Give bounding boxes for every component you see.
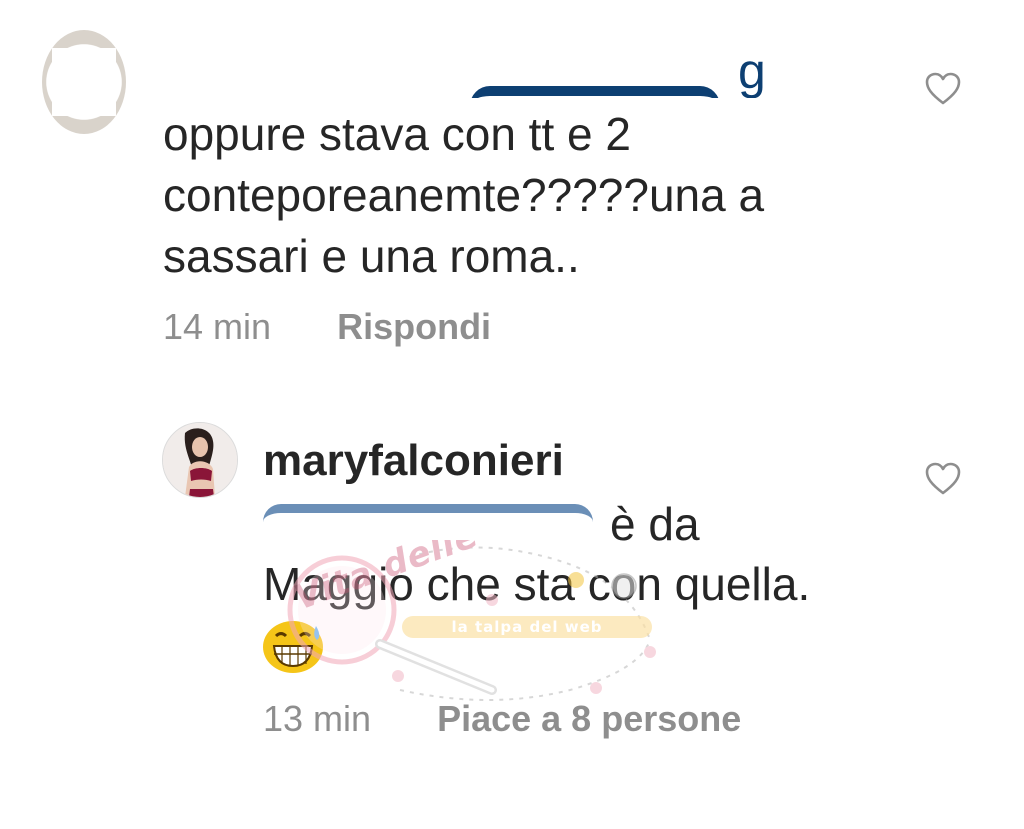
- likes-count-link[interactable]: Piace a 8 persone: [437, 698, 741, 739]
- comment-meta: 14 min Rispondi: [163, 304, 491, 350]
- heart-outline-icon[interactable]: [925, 462, 961, 496]
- grinning-face-with-sweat-icon: [263, 621, 323, 673]
- comment-text: oppure stava con tt e 2 conteporeanemte?…: [163, 108, 765, 282]
- comment-username[interactable]: maryfalconieri: [263, 434, 564, 488]
- comment-text-line: Maggio che sta con quella.: [263, 558, 811, 610]
- blurred-username: [263, 504, 593, 531]
- comment-text-line: è da: [610, 498, 700, 550]
- reply-button[interactable]: Rispondi: [337, 306, 491, 347]
- comment-timestamp: 13 min: [263, 698, 372, 739]
- comments-screen: g oppure stava con tt e 2 conteporeanemt…: [0, 0, 1024, 829]
- watermark-banner-text: la talpa del web: [451, 618, 602, 636]
- mention-link-blurred[interactable]: [263, 498, 593, 550]
- commenter-avatar[interactable]: [42, 30, 126, 134]
- profile-photo: [163, 423, 237, 497]
- heart-outline-icon[interactable]: [925, 72, 961, 106]
- blurred-username: [470, 86, 720, 98]
- mention-link-blurred[interactable]: g: [470, 42, 780, 98]
- comment-meta: 13 min Piace a 8 persone: [263, 696, 741, 742]
- user-avatar[interactable]: [162, 422, 238, 498]
- mention-tail: g: [738, 43, 767, 98]
- comment-timestamp: 14 min: [163, 306, 272, 347]
